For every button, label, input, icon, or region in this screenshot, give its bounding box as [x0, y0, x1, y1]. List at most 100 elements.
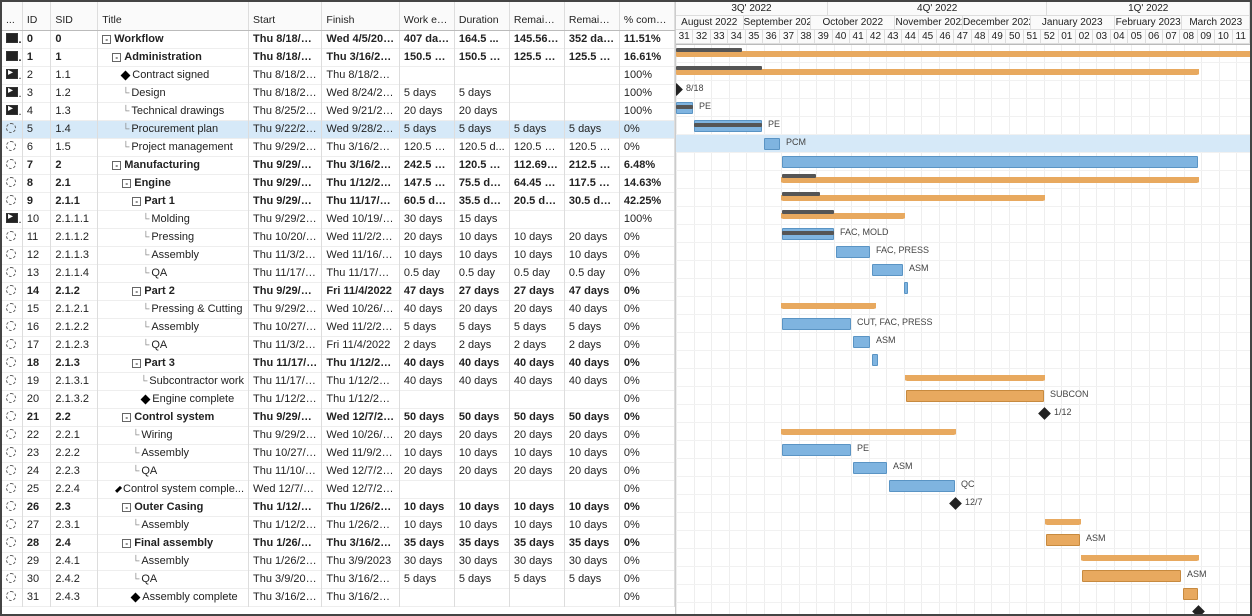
table-row[interactable]: 202.1.3.2Engine completeThu 1/12/2023Thu…: [2, 390, 675, 408]
table-row[interactable]: 232.2.2└AssemblyThu 10/27/2022Wed 11/9/2…: [2, 444, 675, 462]
gantt-row[interactable]: FAC, PRESS: [676, 243, 1250, 261]
table-row[interactable]: 222.2.1└WiringThu 9/29/2022Wed 10/26/202…: [2, 426, 675, 444]
table-row[interactable]: 152.1.2.1└Pressing & CuttingThu 9/29/202…: [2, 300, 675, 318]
gantt-row[interactable]: [676, 369, 1250, 387]
table-row[interactable]: 312.4.3Assembly completeThu 3/16/2023Thu…: [2, 588, 675, 606]
gantt-row[interactable]: PE: [676, 117, 1250, 135]
expand-toggle[interactable]: -: [132, 197, 141, 206]
task-grid[interactable]: ... ID SID Title Start Finish Work estim…: [2, 2, 676, 614]
table-row[interactable]: 00-WorkflowThu 8/18/2022Wed 4/5/2023407 …: [2, 30, 675, 48]
table-row[interactable]: 31.2└DesignThu 8/18/2022Wed 8/24/20225 d…: [2, 84, 675, 102]
col-remaining-work[interactable]: Remaining work: [564, 2, 619, 30]
table-row[interactable]: 262.3-Outer CasingThu 1/12/2023Thu 1/26/…: [2, 498, 675, 516]
table-row[interactable]: 192.1.3.1└Subcontractor workThu 11/17/20…: [2, 372, 675, 390]
gantt-task-bar[interactable]: [904, 282, 908, 294]
table-row[interactable]: 182.1.3-Part 3Thu 11/17/2022Thu 1/12/202…: [2, 354, 675, 372]
gantt-row[interactable]: SUBCON: [676, 387, 1250, 405]
table-row[interactable]: 102.1.1.1└MoldingThu 9/29/2022Wed 10/19/…: [2, 210, 675, 228]
table-row[interactable]: 72-ManufacturingThu 9/29/2022Thu 3/16/20…: [2, 156, 675, 174]
table-row[interactable]: 162.1.2.2└AssemblyThu 10/27/2022Wed 11/2…: [2, 318, 675, 336]
expand-toggle[interactable]: -: [122, 413, 131, 422]
gantt-summary-bar[interactable]: [676, 51, 1250, 57]
gantt-task-bar[interactable]: [836, 246, 870, 258]
expand-toggle[interactable]: -: [122, 179, 131, 188]
gantt-summary-bar[interactable]: [782, 195, 1044, 201]
gantt-row[interactable]: [676, 153, 1250, 171]
gantt-row[interactable]: ASM: [676, 567, 1250, 585]
gantt-task-bar[interactable]: [1183, 588, 1198, 600]
table-row[interactable]: 172.1.2.3└QAThu 11/3/2022Fri 11/4/20222 …: [2, 336, 675, 354]
gantt-summary-bar[interactable]: [782, 303, 875, 309]
gantt-row[interactable]: [676, 207, 1250, 225]
expand-toggle[interactable]: -: [132, 359, 141, 368]
col-work-estimate[interactable]: Work estimate: [399, 2, 454, 30]
gantt-task-bar[interactable]: [782, 318, 851, 330]
gantt-row[interactable]: [676, 63, 1250, 81]
col-pct-completed[interactable]: % completed: [619, 2, 674, 30]
gantt-task-bar[interactable]: [872, 354, 878, 366]
expand-toggle[interactable]: -: [112, 53, 121, 62]
table-row[interactable]: 41.3└Technical drawingsThu 8/25/2022Wed …: [2, 102, 675, 120]
gantt-task-bar[interactable]: [1046, 534, 1080, 546]
gantt-row[interactable]: ASM: [676, 459, 1250, 477]
gantt-task-bar[interactable]: [853, 462, 887, 474]
table-row[interactable]: 292.4.1└AssemblyThu 1/26/2023Thu 3/9/202…: [2, 552, 675, 570]
table-row[interactable]: 82.1-EngineThu 9/29/2022Thu 1/12/2023147…: [2, 174, 675, 192]
gantt-row[interactable]: PCM: [676, 135, 1250, 153]
gantt-milestone[interactable]: [676, 83, 683, 96]
gantt-task-bar[interactable]: [906, 390, 1044, 402]
gantt-row[interactable]: ASM: [676, 531, 1250, 549]
gantt-row[interactable]: PE: [676, 441, 1250, 459]
gantt-milestone[interactable]: [949, 497, 962, 510]
expand-toggle[interactable]: -: [102, 35, 111, 44]
table-row[interactable]: 61.5└Project managementThu 9/29/2022Thu …: [2, 138, 675, 156]
table-row[interactable]: 11-AdministrationThu 8/18/2022Thu 3/16/2…: [2, 48, 675, 66]
gantt-row[interactable]: ASM: [676, 333, 1250, 351]
gantt-milestone[interactable]: [1038, 407, 1051, 420]
gantt-row[interactable]: [676, 297, 1250, 315]
gantt-row[interactable]: PE: [676, 99, 1250, 117]
gantt-row[interactable]: [676, 351, 1250, 369]
gantt-row[interactable]: QC: [676, 477, 1250, 495]
expand-toggle[interactable]: -: [132, 287, 141, 296]
gantt-summary-bar[interactable]: [906, 375, 1044, 381]
gantt-chart[interactable]: 3Q' 20224Q' 20221Q' 2022 August 2022Sept…: [676, 2, 1250, 614]
gantt-row[interactable]: 12/7: [676, 495, 1250, 513]
table-row[interactable]: 142.1.2-Part 2Thu 9/29/2022Fri 11/4/2022…: [2, 282, 675, 300]
gantt-row[interactable]: [676, 513, 1250, 531]
table-row[interactable]: 252.2.4Control system comple...Wed 12/7/…: [2, 480, 675, 498]
gantt-row[interactable]: [676, 585, 1250, 603]
gantt-task-bar[interactable]: [782, 156, 1198, 168]
table-row[interactable]: 212.2-Control systemThu 9/29/2022Wed 12/…: [2, 408, 675, 426]
col-indicator[interactable]: ...: [2, 2, 22, 30]
gantt-body[interactable]: 8/18PEPEPCMFAC, MOLDFAC, PRESSASMCUT, FA…: [676, 45, 1250, 614]
col-duration[interactable]: Duration: [454, 2, 509, 30]
gantt-row[interactable]: [676, 45, 1250, 63]
col-remaining-duration[interactable]: Remaining duration: [509, 2, 564, 30]
table-row[interactable]: 302.4.2└QAThu 3/9/2023Thu 3/16/20235 day…: [2, 570, 675, 588]
gantt-row[interactable]: [676, 171, 1250, 189]
gantt-row[interactable]: CUT, FAC, PRESS: [676, 315, 1250, 333]
gantt-row[interactable]: FAC, MOLD: [676, 225, 1250, 243]
gantt-summary-bar[interactable]: [1082, 555, 1198, 561]
col-sid[interactable]: SID: [51, 2, 98, 30]
gantt-milestone[interactable]: [1192, 605, 1205, 614]
expand-toggle[interactable]: -: [122, 539, 131, 548]
gantt-row[interactable]: [676, 279, 1250, 297]
expand-toggle[interactable]: -: [112, 161, 121, 170]
gantt-summary-bar[interactable]: [1046, 519, 1080, 525]
gantt-task-bar[interactable]: [872, 264, 903, 276]
gantt-row[interactable]: 8/18: [676, 81, 1250, 99]
gantt-summary-bar[interactable]: [782, 429, 955, 435]
col-start[interactable]: Start: [249, 2, 322, 30]
gantt-summary-bar[interactable]: [782, 177, 1198, 183]
gantt-task-bar[interactable]: [889, 480, 955, 492]
table-row[interactable]: 282.4-Final assemblyThu 1/26/2023Thu 3/1…: [2, 534, 675, 552]
table-row[interactable]: 242.2.3└QAThu 11/10/2022Wed 12/7/202220 …: [2, 462, 675, 480]
table-row[interactable]: 92.1.1-Part 1Thu 9/29/2022Thu 11/17/2022…: [2, 192, 675, 210]
col-finish[interactable]: Finish: [322, 2, 399, 30]
gantt-task-bar[interactable]: [782, 444, 851, 456]
gantt-row[interactable]: ASM: [676, 261, 1250, 279]
table-row[interactable]: 132.1.1.4└QAThu 11/17/2022Thu 11/17/2022…: [2, 264, 675, 282]
table-row[interactable]: 112.1.1.2└PressingThu 10/20/2022Wed 11/2…: [2, 228, 675, 246]
